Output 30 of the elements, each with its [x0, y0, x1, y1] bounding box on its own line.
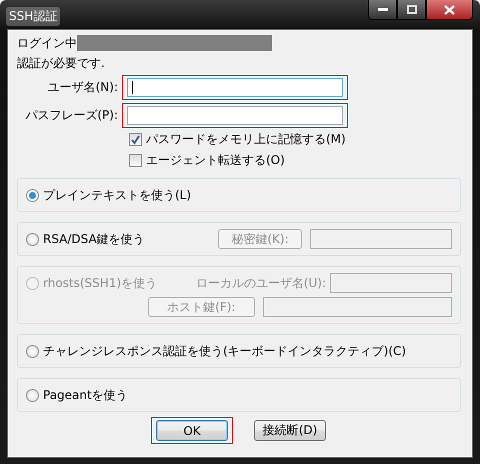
field-label: ユーザ名(N): — [46, 79, 119, 96]
field-label: ローカルのユーザ名(U): — [196, 274, 326, 292]
radio-label: チャレンジレスポンス認証を使う(キーボードインタラクティブ)(C) — [43, 342, 406, 360]
input-field[interactable] — [127, 106, 343, 125]
input-field[interactable] — [127, 78, 343, 97]
checkbox[interactable] — [129, 133, 142, 146]
checkbox-label: エージェント転送する(O) — [146, 152, 285, 169]
close-button[interactable] — [426, 0, 473, 20]
radio-button[interactable] — [26, 232, 39, 246]
login-label: ログイン中 — [17, 34, 77, 52]
checkbox-label: パスワードをメモリ上に記憶する(M) — [146, 131, 346, 148]
dialog-button[interactable]: 接続断(D) — [254, 420, 326, 441]
window-title: SSH認証 — [6, 7, 60, 26]
minimize-icon — [378, 8, 388, 12]
radio-label: rhosts(SSH1)を使う — [43, 274, 158, 292]
maximize-button[interactable] — [397, 0, 426, 20]
radio-button[interactable] — [26, 188, 39, 202]
auth-message: 認証が必要です. — [17, 54, 105, 72]
checkbox[interactable] — [129, 154, 142, 167]
field-label: パスフレーズ(P): — [24, 107, 119, 124]
radio-label: Pageantを使う — [43, 386, 128, 404]
radio-button[interactable] — [26, 344, 39, 358]
radio-button[interactable] — [26, 388, 39, 402]
radio-label: プレインテキストを使う(L) — [43, 186, 192, 204]
close-icon — [444, 4, 455, 14]
radio-label: RSA/DSA鍵を使う — [43, 230, 145, 248]
maximize-icon — [406, 5, 416, 14]
dialog-button[interactable]: OK — [156, 420, 228, 441]
key-path-field[interactable] — [310, 229, 452, 249]
minimize-button[interactable] — [368, 0, 397, 20]
